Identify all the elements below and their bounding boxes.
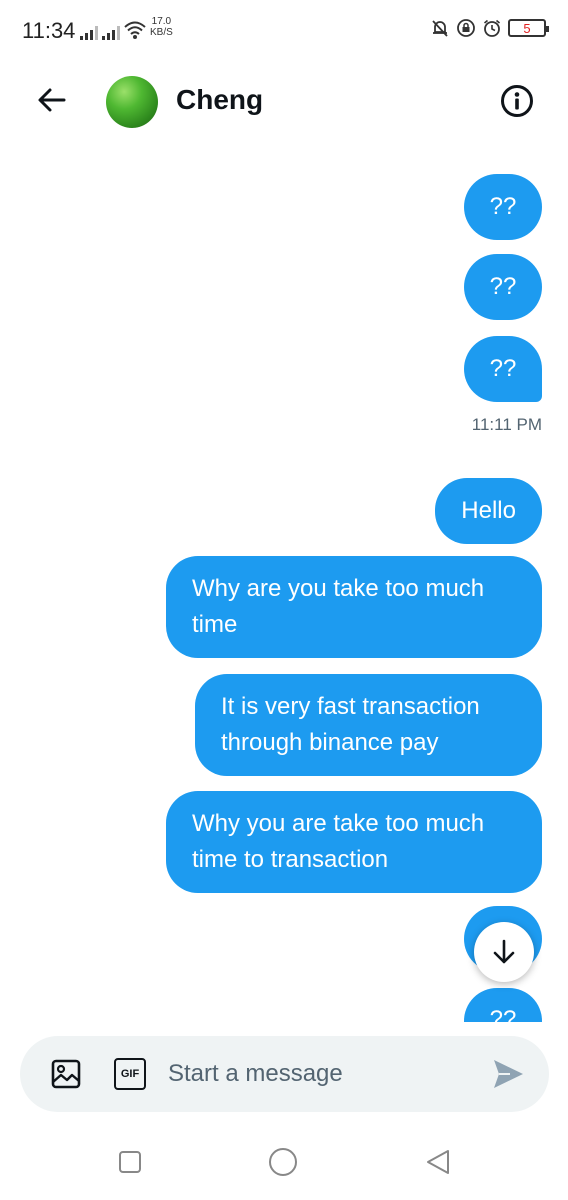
send-icon[interactable]: [490, 1056, 526, 1092]
message-text: ??: [489, 193, 517, 220]
message-text: ??: [489, 273, 517, 300]
contact-name[interactable]: Cheng: [176, 84, 263, 116]
conversation-header: Cheng: [0, 60, 568, 150]
signal-icon: [80, 26, 98, 40]
home-icon[interactable]: [268, 1147, 298, 1177]
message-text: Why are you take too much time: [192, 575, 485, 638]
message-text: It is very fast transaction through bina…: [221, 693, 480, 756]
arrow-down-icon: [493, 939, 515, 964]
battery-icon: 5: [508, 19, 549, 37]
message-bubble[interactable]: ??: [464, 336, 542, 402]
scroll-to-bottom-button[interactable]: [474, 922, 534, 982]
message-bubble[interactable]: It is very fast transaction through bina…: [195, 674, 542, 776]
message-bubble[interactable]: Why are you take too much time: [166, 556, 542, 658]
net-speed-value: 17.0: [151, 16, 172, 27]
bell-off-icon: [432, 20, 448, 37]
net-speed: 17.0 KB/S: [150, 16, 173, 38]
arrow-left-icon[interactable]: [36, 84, 68, 116]
status-right: 5: [430, 18, 549, 38]
system-nav-bar: [0, 1130, 568, 1200]
info-circle-icon[interactable]: [500, 84, 534, 118]
message-thread[interactable]: ?? ?? ?? 11:11 PM Hello Why are you take…: [0, 150, 568, 1022]
net-speed-unit: KB/S: [150, 27, 173, 38]
message-bubble[interactable]: ??: [464, 988, 542, 1022]
wifi-icon: [124, 21, 146, 39]
message-bubble[interactable]: Why you are take too much time to transa…: [166, 791, 542, 893]
battery-level: 5: [523, 20, 531, 36]
status-bar: 11:34 17.0 KB/S 5: [0, 0, 568, 60]
lock-rotation-icon: [457, 19, 475, 37]
recent-apps-icon[interactable]: [118, 1150, 142, 1174]
message-text: Why you are take too much time to transa…: [192, 810, 485, 873]
status-time: 11:34: [22, 18, 76, 43]
message-composer[interactable]: GIF Start a message: [20, 1036, 549, 1112]
gif-label: GIF: [120, 1068, 140, 1080]
message-text: ??: [489, 355, 517, 382]
message-text: ??: [489, 1006, 517, 1022]
avatar[interactable]: [106, 76, 158, 128]
message-bubble[interactable]: ??: [464, 254, 542, 320]
alarm-icon: [483, 19, 501, 37]
message-text: Hello: [461, 497, 516, 524]
signal-icon-2: [102, 26, 120, 40]
message-bubble[interactable]: Hello: [435, 478, 542, 544]
message-timestamp: 11:11 PM: [471, 415, 542, 434]
gif-icon[interactable]: GIF: [114, 1058, 146, 1090]
message-bubble[interactable]: ??: [464, 174, 542, 240]
back-triangle-icon[interactable]: [424, 1148, 452, 1176]
message-input[interactable]: Start a message: [168, 1060, 343, 1088]
image-icon[interactable]: [50, 1058, 82, 1090]
